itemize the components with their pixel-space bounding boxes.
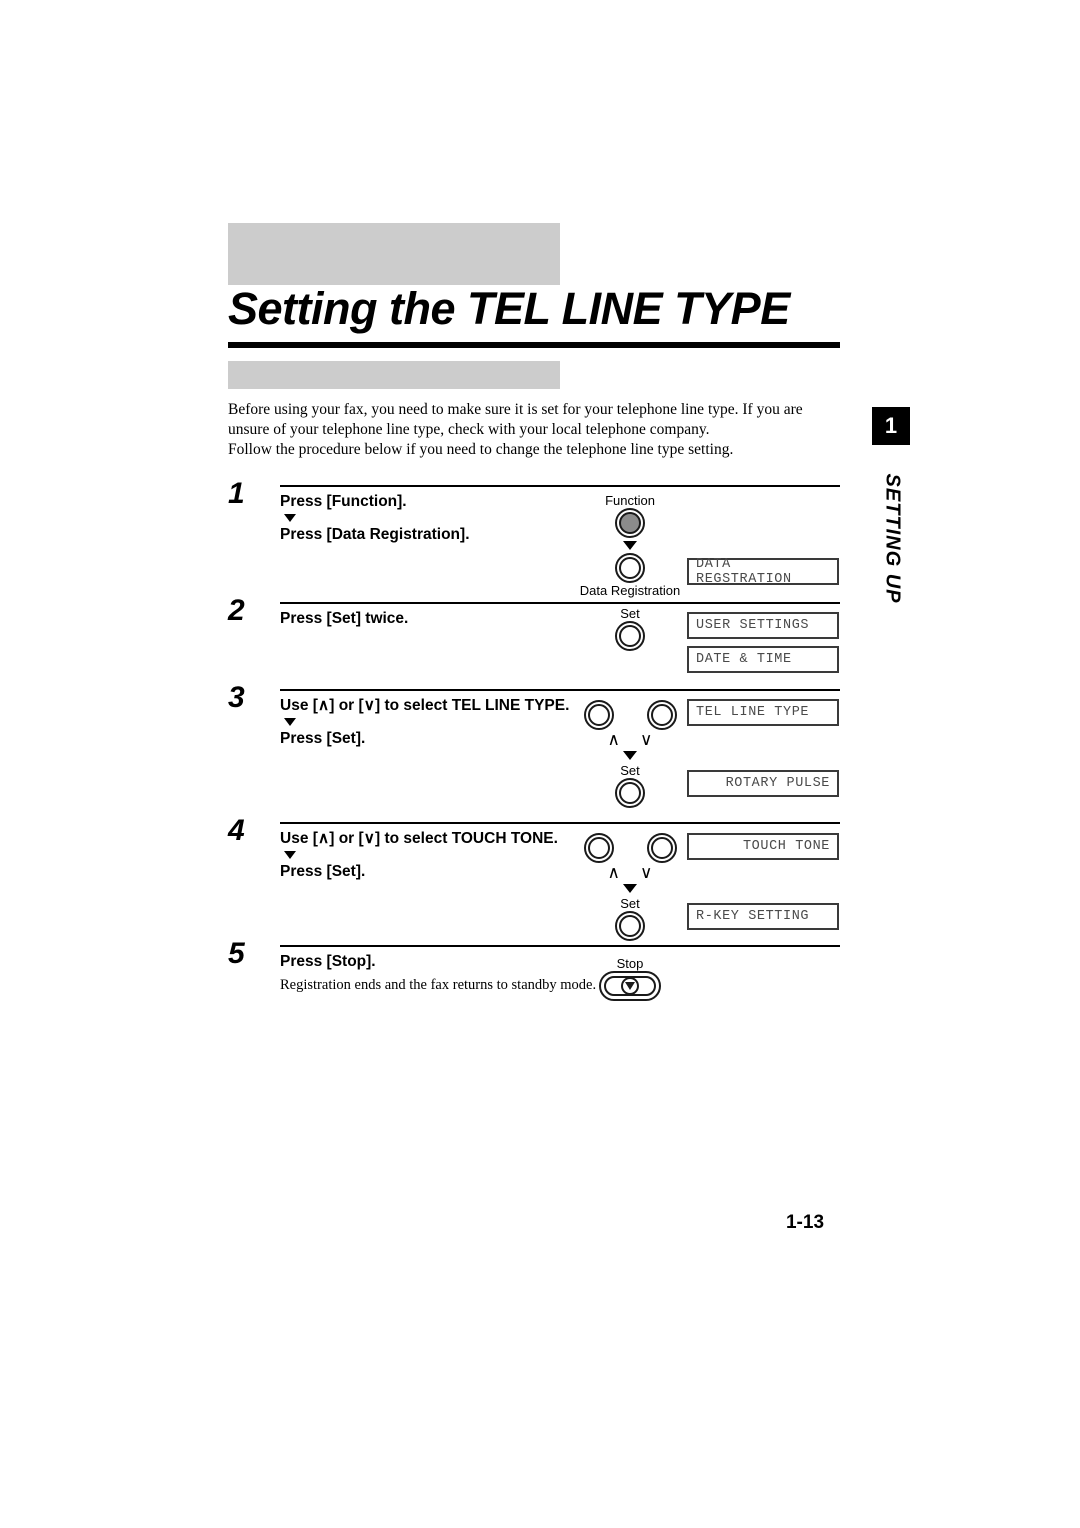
- step-4-arrow-glyphs: ∧ ∨: [570, 864, 690, 881]
- up-chevron-icon-step4: ∧: [607, 863, 620, 882]
- function-button[interactable]: [615, 508, 645, 538]
- step-4-number: 4: [228, 814, 245, 847]
- lcd-r-key-setting: R-KEY SETTING: [687, 903, 839, 930]
- step-2-line-1: Press [Set] twice.: [280, 610, 409, 627]
- step-3-line-1: Use [∧] or [∨] to select TEL LINE TYPE.: [280, 697, 570, 714]
- up-arrow-button-step3[interactable]: [583, 700, 614, 730]
- step-1-body: Press [Function]. Press [Data Registrati…: [280, 491, 620, 545]
- step-3-rule: [280, 689, 840, 691]
- set-button-label-step3: Set: [620, 763, 640, 778]
- step-1-number: 1: [228, 477, 245, 510]
- step-4-rule: [280, 822, 840, 824]
- step-2-rule: [280, 602, 840, 604]
- up-arrow-button-step4[interactable]: [583, 833, 614, 863]
- step-4-button-diagram: ∧ ∨ Set: [570, 833, 690, 941]
- lcd-date-and-time: DATE & TIME: [687, 646, 839, 673]
- data-registration-button-label: Data Registration: [579, 583, 681, 598]
- step-2-number: 2: [228, 594, 245, 627]
- chapter-side-tab: 1 SETTING UP: [872, 407, 912, 607]
- step-4-body: Use [∧] or [∨] to select TOUCH TONE. Pre…: [280, 828, 620, 882]
- step-4-diagram-arrow-icon: [623, 884, 637, 893]
- step-5-line-1: Press [Stop].: [280, 953, 376, 970]
- lcd-touch-tone: TOUCH TONE: [687, 833, 839, 860]
- step-1-button-diagram: Function Data Registration: [570, 493, 690, 598]
- set-button-label-step4: Set: [620, 896, 640, 911]
- title-underline-rule: [228, 342, 840, 348]
- stop-button[interactable]: [599, 971, 661, 1001]
- step-2-button-diagram: Set: [570, 606, 690, 651]
- step-4-line-1: Use [∧] or [∨] to select TOUCH TONE.: [280, 830, 558, 847]
- set-button-step2[interactable]: [615, 621, 645, 651]
- step-5-button-diagram: Stop: [570, 956, 690, 1001]
- lcd-tel-line-type: TEL LINE TYPE: [687, 699, 839, 726]
- step-4-flow-arrow-icon: [284, 851, 296, 859]
- step-4-line-2: Press [Set].: [280, 863, 366, 880]
- down-arrow-button-step3[interactable]: [646, 700, 677, 730]
- lcd-data-registration: DATA REGSTRATION: [687, 557, 839, 587]
- set-button-label-step2: Set: [620, 606, 640, 621]
- data-registration-button[interactable]: [615, 553, 645, 583]
- step-5-number: 5: [228, 937, 245, 970]
- chapter-name-label: SETTING UP: [881, 473, 904, 604]
- lcd-user-settings: USER SETTINGS: [687, 612, 839, 639]
- step-3-arrow-buttons: [570, 700, 690, 730]
- step-5-rule: [280, 945, 840, 947]
- step-1-line-2: Press [Data Registration].: [280, 526, 470, 543]
- function-button-label: Function: [605, 493, 655, 508]
- step-3-flow-arrow-icon: [284, 718, 296, 726]
- down-chevron-icon-step4: ∨: [640, 863, 653, 882]
- stop-button-label: Stop: [616, 956, 644, 971]
- step-3-line-2: Press [Set].: [280, 730, 366, 747]
- page-title: Setting the TEL LINE TYPE: [228, 283, 790, 334]
- header-gray-block-lower: [228, 361, 560, 389]
- stop-symbol-icon: [621, 977, 639, 995]
- intro-paragraph-2: Follow the procedure below if you need t…: [228, 441, 734, 458]
- chapter-number-badge: 1: [872, 407, 910, 445]
- up-chevron-icon-step3: ∧: [607, 730, 620, 749]
- step-4-arrow-buttons: [570, 833, 690, 863]
- page-number: 1-13: [785, 1212, 825, 1233]
- step-1-flow-arrow-icon: [284, 514, 296, 522]
- set-button-step4[interactable]: [615, 911, 645, 941]
- step-2-body: Press [Set] twice.: [280, 608, 620, 629]
- step-1-diagram-arrow-icon: [623, 541, 637, 550]
- step-1-line-1: Press [Function].: [280, 493, 407, 510]
- down-chevron-icon-step3: ∨: [640, 730, 653, 749]
- step-5-note: Registration ends and the fax returns to…: [280, 977, 597, 993]
- step-3-diagram-arrow-icon: [623, 751, 637, 760]
- down-arrow-button-step4[interactable]: [646, 833, 677, 863]
- set-button-step3[interactable]: [615, 778, 645, 808]
- step-5-body: Press [Stop]. Registration ends and the …: [280, 951, 620, 995]
- step-3-number: 3: [228, 681, 245, 714]
- intro-paragraph-1: Before using your fax, you need to make …: [228, 401, 803, 438]
- header-gray-block-upper: [228, 223, 560, 285]
- step-1-rule: [280, 485, 840, 487]
- step-3-arrow-glyphs: ∧ ∨: [570, 731, 690, 748]
- step-3-body: Use [∧] or [∨] to select TEL LINE TYPE. …: [280, 695, 620, 749]
- step-3-button-diagram: ∧ ∨ Set: [570, 700, 690, 808]
- lcd-rotary-pulse: ROTARY PULSE: [687, 770, 839, 797]
